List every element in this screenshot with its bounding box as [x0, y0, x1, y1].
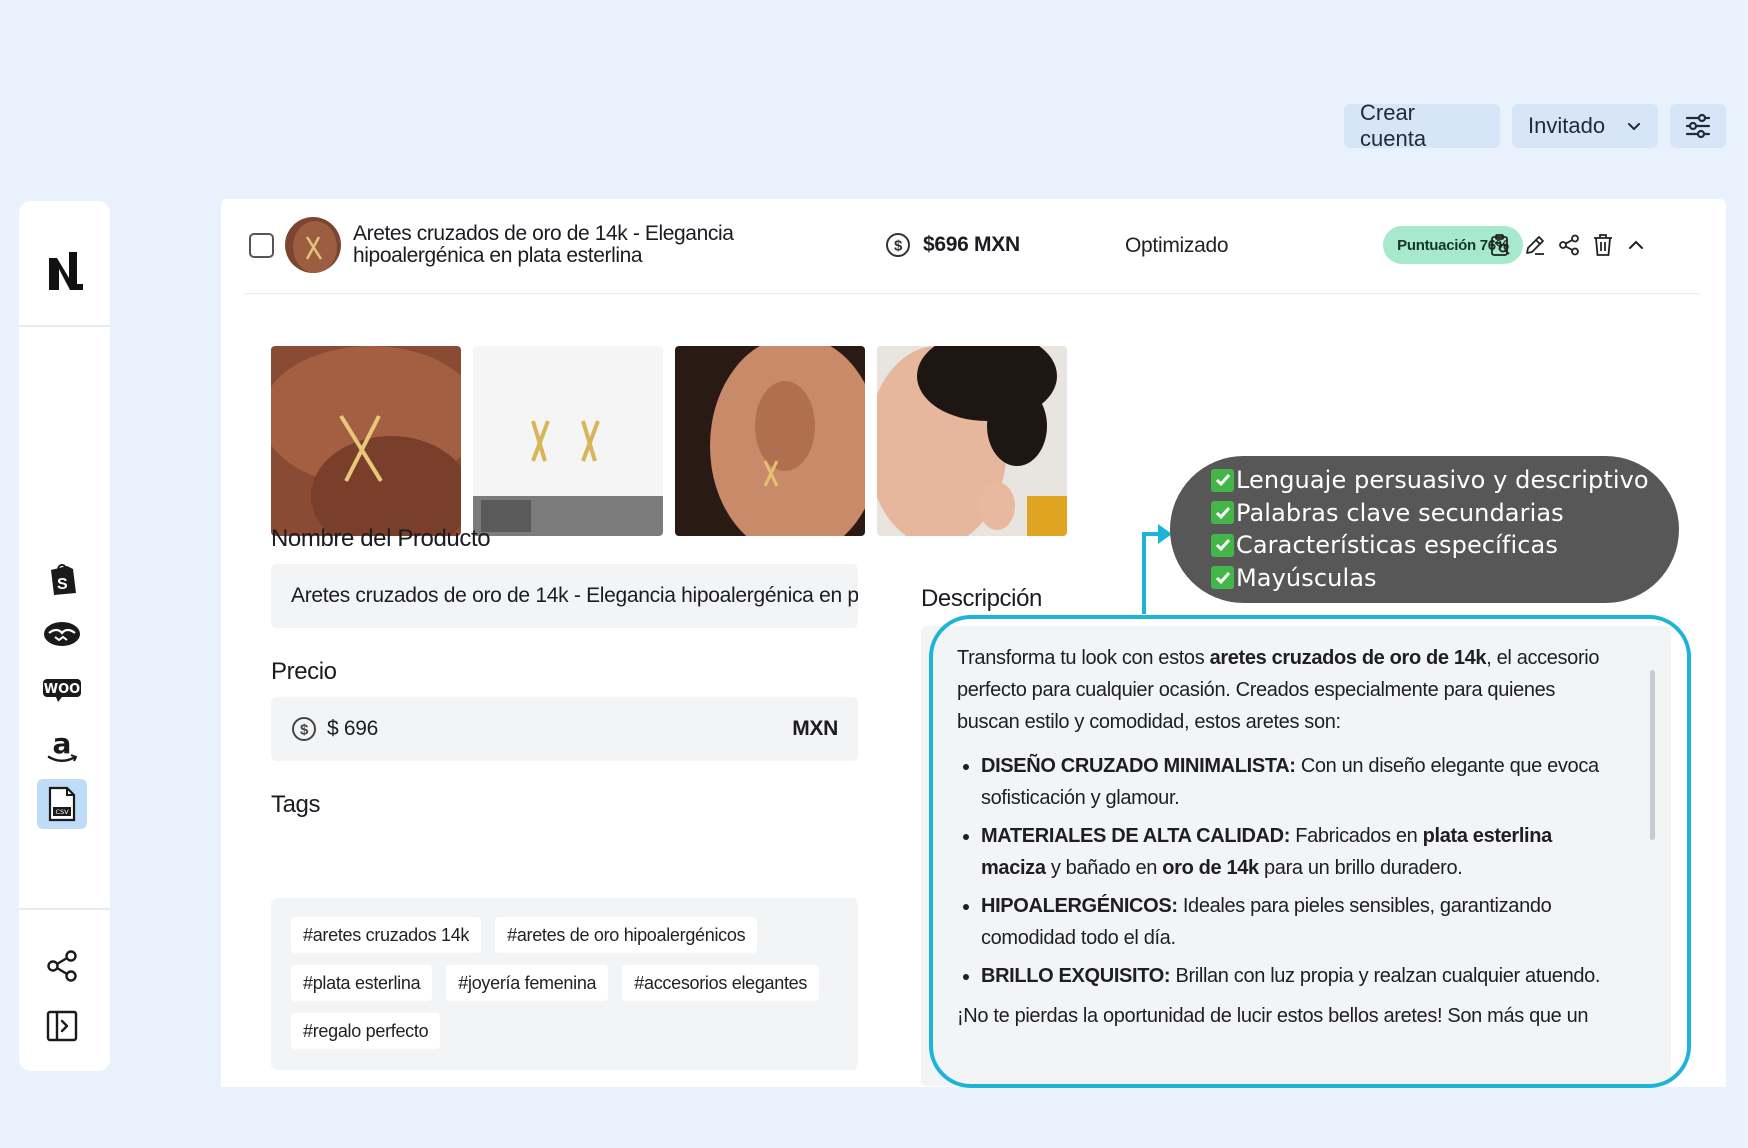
- svg-text:a: a: [53, 729, 72, 760]
- callout-item: Mayúsculas: [1211, 562, 1679, 595]
- share-icon: [47, 950, 77, 982]
- sidebar-item-woocommerce[interactable]: WOO: [37, 665, 87, 715]
- tag-chip[interactable]: #aretes cruzados 14k: [291, 917, 482, 953]
- sidebar-item-mercadolibre[interactable]: [37, 609, 87, 659]
- product-price: $ $696 MXN: [885, 232, 1020, 258]
- tag-chip[interactable]: #plata esterlina: [291, 965, 433, 1001]
- product-thumbnail: [285, 217, 341, 273]
- woocommerce-icon: WOO: [43, 679, 81, 702]
- product-title[interactable]: Aretes cruzados de oro de 14k - Eleganci…: [353, 223, 783, 267]
- app-logo-icon: [48, 252, 83, 290]
- highlight-ring: [929, 615, 1691, 1088]
- tag-chip[interactable]: #accesorios elegantes: [622, 965, 820, 1001]
- mercadolibre-icon: [44, 622, 80, 646]
- currency-label: MXN: [792, 717, 838, 740]
- tags-container: #aretes cruzados 14k #aretes de oro hipo…: [271, 898, 858, 1070]
- callout-item: Lenguaje persuasivo y descriptivo: [1211, 464, 1679, 497]
- share-icon: [1559, 234, 1579, 256]
- sidebar-item-share[interactable]: [37, 941, 87, 991]
- collapse-panel-icon: [46, 1010, 78, 1042]
- settings-sliders-button[interactable]: [1670, 104, 1726, 148]
- svg-text:S: S: [57, 576, 68, 593]
- sidebar-divider: [19, 325, 110, 327]
- csv-file-icon: CSV: [48, 786, 76, 822]
- tag-chip[interactable]: #regalo perfecto: [291, 1013, 441, 1049]
- gallery-image[interactable]: [675, 346, 865, 536]
- app-logo[interactable]: [19, 241, 110, 301]
- dollar-circle-icon: $: [886, 233, 910, 257]
- select-checkbox[interactable]: [249, 233, 274, 258]
- product-row-header[interactable]: Aretes cruzados de oro de 14k - Eleganci…: [245, 199, 1699, 294]
- guest-label: Invitado: [1528, 113, 1606, 138]
- checkmark-icon: [1211, 566, 1234, 590]
- product-name-label: Nombre del Producto: [271, 525, 491, 552]
- svg-text:$: $: [894, 238, 903, 255]
- sidebar-item-collapse[interactable]: [37, 1001, 87, 1051]
- gallery-image[interactable]: [877, 346, 1067, 536]
- callout-bubble: Lenguaje persuasivo y descriptivo Palabr…: [1170, 456, 1679, 603]
- gallery-image[interactable]: [271, 346, 461, 536]
- checkmark-icon: [1211, 468, 1234, 492]
- price-text: $696 MXN: [923, 233, 1020, 256]
- delete-button[interactable]: [1588, 230, 1618, 260]
- pencil-icon: [1526, 236, 1544, 255]
- tag-chip[interactable]: #aretes de oro hipoalergénicos: [495, 917, 758, 953]
- gallery-image[interactable]: [473, 346, 663, 536]
- chevron-up-icon: [1629, 240, 1643, 249]
- sidebar-item-shopify[interactable]: S: [37, 553, 87, 603]
- share-button[interactable]: [1554, 230, 1584, 260]
- create-account-button[interactable]: Crear cuenta: [1344, 100, 1500, 151]
- tags-label: Tags: [271, 791, 321, 818]
- price-input[interactable]: $ $ 696 MXN: [271, 697, 858, 761]
- sidebar: S WOO a CSV: [19, 201, 110, 1071]
- callout-item: Palabras clave secundarias: [1211, 497, 1679, 530]
- callout-item: Características específicas: [1211, 529, 1679, 562]
- svg-text:WOO: WOO: [44, 682, 80, 697]
- checkmark-icon: [1211, 533, 1234, 557]
- sidebar-divider: [19, 908, 110, 910]
- svg-text:$: $: [300, 722, 309, 739]
- dollar-circle-icon: $: [292, 717, 316, 741]
- sidebar-item-amazon[interactable]: a: [37, 722, 87, 772]
- description-label: Descripción: [921, 585, 1042, 612]
- sidebar-item-csv[interactable]: CSV: [37, 779, 87, 829]
- trash-icon: [1594, 234, 1612, 256]
- chevron-down-icon: [1628, 123, 1640, 130]
- price-value: $ 696: [327, 717, 379, 740]
- shopify-icon: S: [51, 564, 76, 595]
- svg-text:CSV: CSV: [55, 808, 69, 816]
- checkmark-icon: [1211, 501, 1234, 525]
- sliders-icon: [1685, 113, 1711, 139]
- tag-chip[interactable]: #joyería femenina: [446, 965, 609, 1001]
- clipboard-search-icon: [1491, 234, 1510, 256]
- collapse-button[interactable]: [1621, 230, 1651, 260]
- review-button[interactable]: [1486, 230, 1516, 260]
- status-text: Optimizado: [1125, 234, 1229, 257]
- product-gallery: [271, 346, 1067, 536]
- price-label: Precio: [271, 658, 337, 685]
- product-name-input[interactable]: Aretes cruzados de oro de 14k - Eleganci…: [271, 564, 858, 628]
- top-bar: Crear cuenta Invitado: [1344, 100, 1726, 151]
- amazon-icon: a: [47, 729, 78, 762]
- guest-dropdown[interactable]: Invitado: [1512, 104, 1658, 148]
- edit-button[interactable]: [1520, 230, 1550, 260]
